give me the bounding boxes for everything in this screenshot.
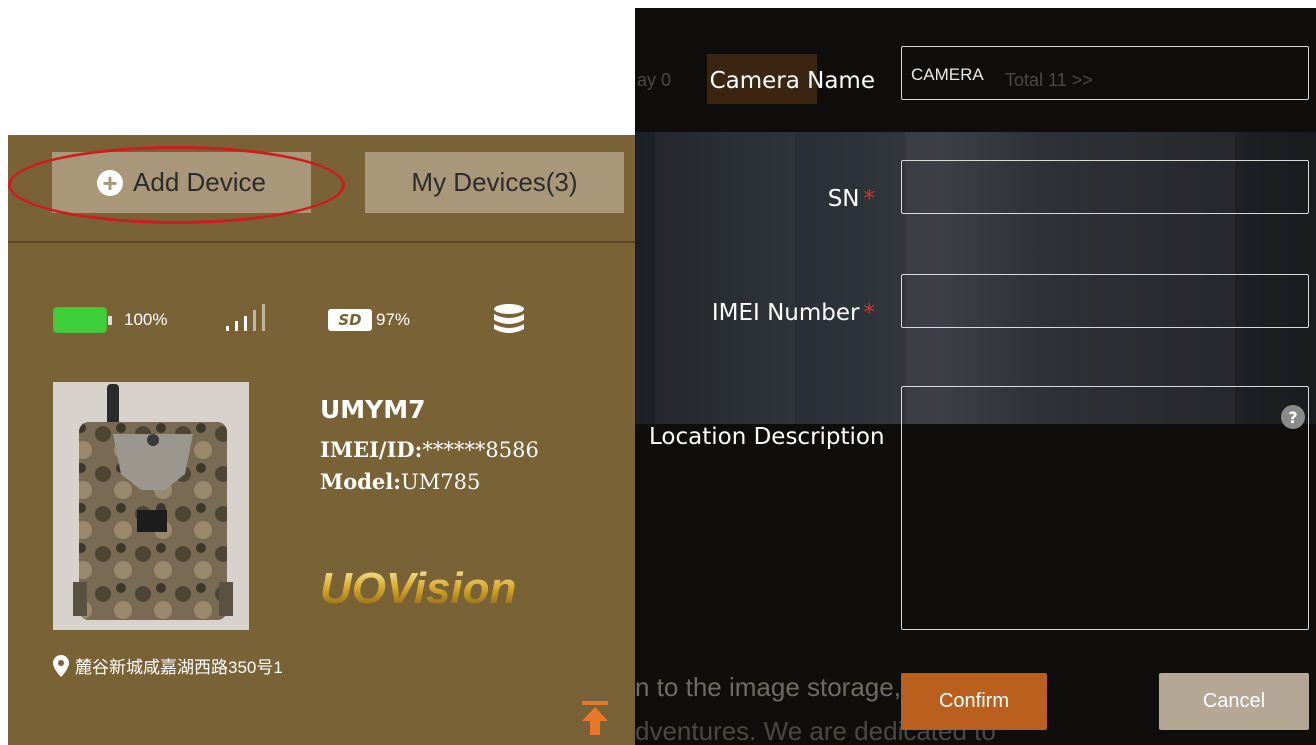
device-panel: + Add Device My Devices(3) 100% SD 97% U… bbox=[8, 135, 635, 745]
location-row: 麓谷新城咸嘉湖西路350号1 bbox=[53, 653, 283, 678]
help-icon[interactable]: ? bbox=[1281, 405, 1305, 429]
camera-name-label-text: Camera Name bbox=[709, 68, 875, 94]
sn-label: SN * bbox=[635, 186, 875, 212]
required-mark: * bbox=[863, 186, 876, 212]
cancel-button[interactable]: Cancel bbox=[1159, 673, 1309, 730]
camera-name-label: Camera Name bbox=[635, 68, 875, 94]
location-description-textarea[interactable] bbox=[901, 386, 1309, 630]
edit-device-dialog: ay 0 Total 11 >> n to the image storage,… bbox=[635, 8, 1316, 745]
trail-camera-icon bbox=[73, 384, 233, 620]
brand-logo: UOVision bbox=[320, 564, 516, 613]
sd-card-icon: SD bbox=[328, 309, 372, 331]
camera-name-value: CAMERA bbox=[911, 65, 984, 84]
imei-label: IMEI/ID: bbox=[320, 437, 423, 462]
sn-label-text: SN bbox=[827, 186, 860, 212]
confirm-button[interactable]: Confirm bbox=[901, 673, 1047, 730]
device-model: Model:UM785 bbox=[320, 469, 480, 494]
imei-number-label: IMEI Number * bbox=[635, 300, 875, 326]
signal-icon bbox=[226, 304, 265, 331]
location-text: 麓谷新城咸嘉湖西路350号1 bbox=[75, 658, 283, 677]
battery-icon bbox=[53, 307, 112, 333]
background-photo-pane bbox=[655, 132, 795, 424]
location-description-label: Location Description bbox=[649, 424, 885, 450]
sn-input[interactable] bbox=[901, 160, 1309, 214]
sd-percent: 97% bbox=[376, 310, 411, 329]
status-row: 100% SD 97% bbox=[8, 135, 635, 333]
imei-number-input[interactable] bbox=[901, 274, 1309, 328]
database-icon bbox=[494, 304, 524, 333]
device-name: UMYM7 bbox=[320, 395, 426, 424]
model-value: UM785 bbox=[401, 470, 481, 494]
required-mark: * bbox=[863, 300, 876, 326]
sd-label: SD bbox=[338, 311, 362, 329]
scroll-top-icon[interactable] bbox=[582, 701, 608, 735]
model-label: Model: bbox=[320, 469, 402, 494]
camera-image bbox=[53, 382, 249, 630]
device-imei: IMEI/ID:******8586 bbox=[320, 437, 539, 462]
location-pin-icon bbox=[53, 654, 69, 677]
brand-text: UOVision bbox=[320, 564, 516, 613]
imei-number-label-text: IMEI Number bbox=[711, 300, 860, 326]
battery-percent: 100% bbox=[124, 310, 168, 329]
imei-value: ******8586 bbox=[422, 438, 539, 462]
divider bbox=[8, 241, 635, 243]
background-text-line1: n to the image storage, bbox=[635, 672, 901, 702]
